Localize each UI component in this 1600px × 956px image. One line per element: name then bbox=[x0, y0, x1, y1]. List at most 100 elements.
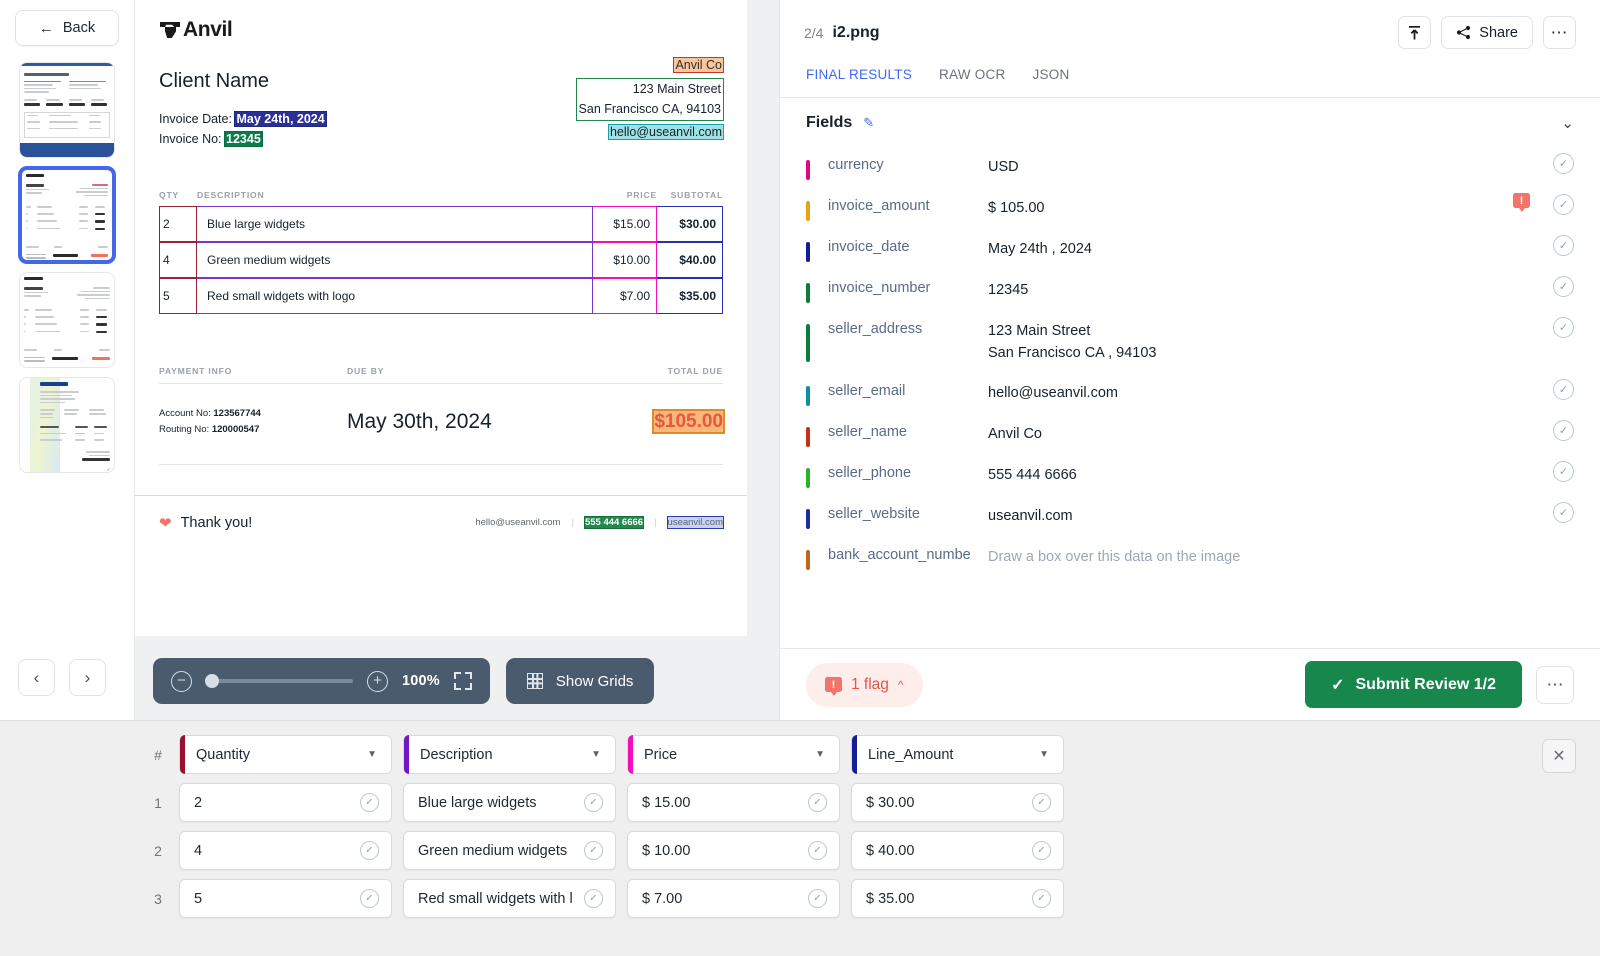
field-approve-checkbox[interactable]: ✓ bbox=[1553, 235, 1574, 256]
line-item-cell[interactable]: $ 15.00✓ bbox=[627, 783, 840, 822]
line-item-cell[interactable]: 5✓ bbox=[179, 879, 392, 918]
item-description[interactable]: Green medium widgets bbox=[197, 242, 593, 278]
fullscreen-icon[interactable] bbox=[454, 672, 472, 690]
submit-more-button[interactable]: ⋯ bbox=[1536, 666, 1574, 704]
tab-json[interactable]: JSON bbox=[1033, 67, 1070, 97]
item-description[interactable]: Red small widgets with logo bbox=[197, 278, 593, 314]
zoom-out-icon[interactable]: − bbox=[171, 671, 192, 692]
line-item-cell[interactable]: 4✓ bbox=[179, 831, 392, 870]
line-item-cell[interactable]: $ 30.00✓ bbox=[851, 783, 1064, 822]
cell-approve-checkbox[interactable]: ✓ bbox=[1032, 841, 1051, 860]
cell-approve-checkbox[interactable]: ✓ bbox=[1032, 793, 1051, 812]
field-value-placeholder[interactable]: Draw a box over this data on the image bbox=[988, 547, 1240, 569]
item-price[interactable]: $7.00 bbox=[593, 278, 657, 314]
invoice-number-highlight[interactable]: 12345 bbox=[225, 132, 262, 146]
field-value[interactable]: 555 444 6666 bbox=[988, 465, 1077, 487]
field-row[interactable]: seller_websiteuseanvil.com✓ bbox=[806, 497, 1574, 538]
field-row[interactable]: seller_phone555 444 6666✓ bbox=[806, 456, 1574, 497]
thumbnail-page-1[interactable] bbox=[19, 62, 115, 158]
line-item-cell[interactable]: Red small widgets with l✓ bbox=[403, 879, 616, 918]
zoom-slider[interactable] bbox=[206, 679, 353, 683]
field-value[interactable]: USD bbox=[988, 157, 1019, 179]
line-item-cell[interactable]: Green medium widgets✓ bbox=[403, 831, 616, 870]
fields-list[interactable]: currencyUSD✓invoice_amount$ 105.00!✓invo… bbox=[780, 146, 1600, 648]
invoice-item-row[interactable]: 5 Red small widgets with logo $7.00 $35.… bbox=[159, 278, 723, 314]
field-value[interactable]: Anvil Co bbox=[988, 424, 1042, 446]
item-subtotal[interactable]: $40.00 bbox=[657, 242, 723, 278]
field-value[interactable]: hello@useanvil.com bbox=[988, 383, 1118, 405]
item-price[interactable]: $15.00 bbox=[593, 206, 657, 242]
item-subtotal[interactable]: $35.00 bbox=[657, 278, 723, 314]
field-approve-checkbox[interactable]: ✓ bbox=[1553, 379, 1574, 400]
thumbnail-page-3[interactable] bbox=[19, 272, 115, 368]
submit-review-button[interactable]: ✓ Submit Review 1/2 bbox=[1305, 661, 1522, 708]
line-item-cell[interactable]: Blue large widgets✓ bbox=[403, 783, 616, 822]
seller-address-line2[interactable]: San Francisco CA, 94103 bbox=[579, 100, 721, 119]
field-row[interactable]: invoice_number12345✓ bbox=[806, 271, 1574, 312]
tab-raw-ocr[interactable]: RAW OCR bbox=[939, 67, 1006, 97]
field-approve-checkbox[interactable]: ✓ bbox=[1553, 461, 1574, 482]
back-button[interactable]: ← Back bbox=[15, 10, 119, 46]
seller-address-line1[interactable]: 123 Main Street bbox=[579, 80, 721, 99]
field-value[interactable]: useanvil.com bbox=[988, 506, 1073, 528]
total-due-highlight[interactable]: $105.00 bbox=[654, 411, 723, 432]
item-description[interactable]: Blue large widgets bbox=[197, 206, 593, 242]
field-row[interactable]: seller_emailhello@useanvil.com✓ bbox=[806, 374, 1574, 415]
cell-approve-checkbox[interactable]: ✓ bbox=[360, 841, 379, 860]
field-value[interactable]: 123 Main Street San Francisco CA , 94103 bbox=[988, 321, 1156, 365]
line-item-cell[interactable]: $ 40.00✓ bbox=[851, 831, 1064, 870]
field-row[interactable]: currencyUSD✓ bbox=[806, 148, 1574, 189]
document-viewer[interactable]: Anvil Client Name Invoice Date: May 24th… bbox=[135, 0, 780, 720]
zoom-slider-knob[interactable] bbox=[205, 674, 219, 688]
field-row[interactable]: seller_nameAnvil Co✓ bbox=[806, 415, 1574, 456]
cell-approve-checkbox[interactable]: ✓ bbox=[808, 841, 827, 860]
field-approve-checkbox[interactable]: ✓ bbox=[1553, 317, 1574, 338]
column-mapping-select[interactable]: Description▼ bbox=[403, 735, 616, 774]
footer-phone-highlight[interactable]: 555 444 6666 bbox=[585, 517, 643, 528]
field-value[interactable]: $ 105.00 bbox=[988, 198, 1044, 220]
pencil-icon[interactable]: ✎ bbox=[863, 115, 874, 131]
field-approve-checkbox[interactable]: ✓ bbox=[1553, 276, 1574, 297]
show-grids-button[interactable]: Show Grids bbox=[506, 658, 655, 704]
tab-final-results[interactable]: FINAL RESULTS bbox=[806, 67, 912, 97]
thumbnail-page-4[interactable]: ✓ bbox=[19, 377, 115, 473]
item-price[interactable]: $10.00 bbox=[593, 242, 657, 278]
cell-approve-checkbox[interactable]: ✓ bbox=[808, 889, 827, 908]
field-approve-checkbox[interactable]: ✓ bbox=[1553, 502, 1574, 523]
column-mapping-select[interactable]: Line_Amount▼ bbox=[851, 735, 1064, 774]
field-row[interactable]: invoice_dateMay 24th , 2024✓ bbox=[806, 230, 1574, 271]
upload-button[interactable] bbox=[1398, 16, 1431, 49]
panel-more-button[interactable]: ⋯ bbox=[1543, 16, 1576, 49]
thumbnail-page-2[interactable] bbox=[19, 167, 115, 263]
item-qty[interactable]: 5 bbox=[159, 278, 197, 314]
field-row[interactable]: seller_address123 Main Street San Franci… bbox=[806, 312, 1574, 374]
line-item-cell[interactable]: $ 7.00✓ bbox=[627, 879, 840, 918]
line-item-cell[interactable]: $ 10.00✓ bbox=[627, 831, 840, 870]
cell-approve-checkbox[interactable]: ✓ bbox=[584, 889, 603, 908]
share-button[interactable]: Share bbox=[1441, 16, 1533, 49]
field-value[interactable]: May 24th , 2024 bbox=[988, 239, 1092, 261]
seller-email-highlight[interactable]: hello@useanvil.com bbox=[609, 125, 723, 139]
cell-approve-checkbox[interactable]: ✓ bbox=[360, 793, 379, 812]
item-qty[interactable]: 4 bbox=[159, 242, 197, 278]
item-subtotal[interactable]: $30.00 bbox=[657, 206, 723, 242]
field-flag-icon[interactable]: ! bbox=[1513, 193, 1530, 212]
close-line-items-button[interactable]: ✕ bbox=[1542, 739, 1576, 773]
field-row[interactable]: invoice_amount$ 105.00!✓ bbox=[806, 189, 1574, 230]
invoice-date-highlight[interactable]: May 24th, 2024 bbox=[235, 112, 325, 126]
cell-approve-checkbox[interactable]: ✓ bbox=[584, 841, 603, 860]
flag-summary-button[interactable]: ! 1 flag ^ bbox=[806, 663, 923, 707]
cell-approve-checkbox[interactable]: ✓ bbox=[1032, 889, 1051, 908]
cell-approve-checkbox[interactable]: ✓ bbox=[808, 793, 827, 812]
column-mapping-select[interactable]: Quantity▼ bbox=[179, 735, 392, 774]
field-approve-checkbox[interactable]: ✓ bbox=[1553, 420, 1574, 441]
line-item-cell[interactable]: $ 35.00✓ bbox=[851, 879, 1064, 918]
cell-approve-checkbox[interactable]: ✓ bbox=[584, 793, 603, 812]
item-qty[interactable]: 2 bbox=[159, 206, 197, 242]
field-value[interactable]: 12345 bbox=[988, 280, 1028, 302]
field-row[interactable]: bank_account_numbeDraw a box over this d… bbox=[806, 538, 1574, 579]
zoom-in-icon[interactable]: + bbox=[367, 671, 388, 692]
next-page-button[interactable]: › bbox=[69, 659, 106, 696]
seller-name-highlight[interactable]: Anvil Co bbox=[674, 58, 723, 72]
invoice-item-row[interactable]: 2 Blue large widgets $15.00 $30.00 bbox=[159, 206, 723, 242]
